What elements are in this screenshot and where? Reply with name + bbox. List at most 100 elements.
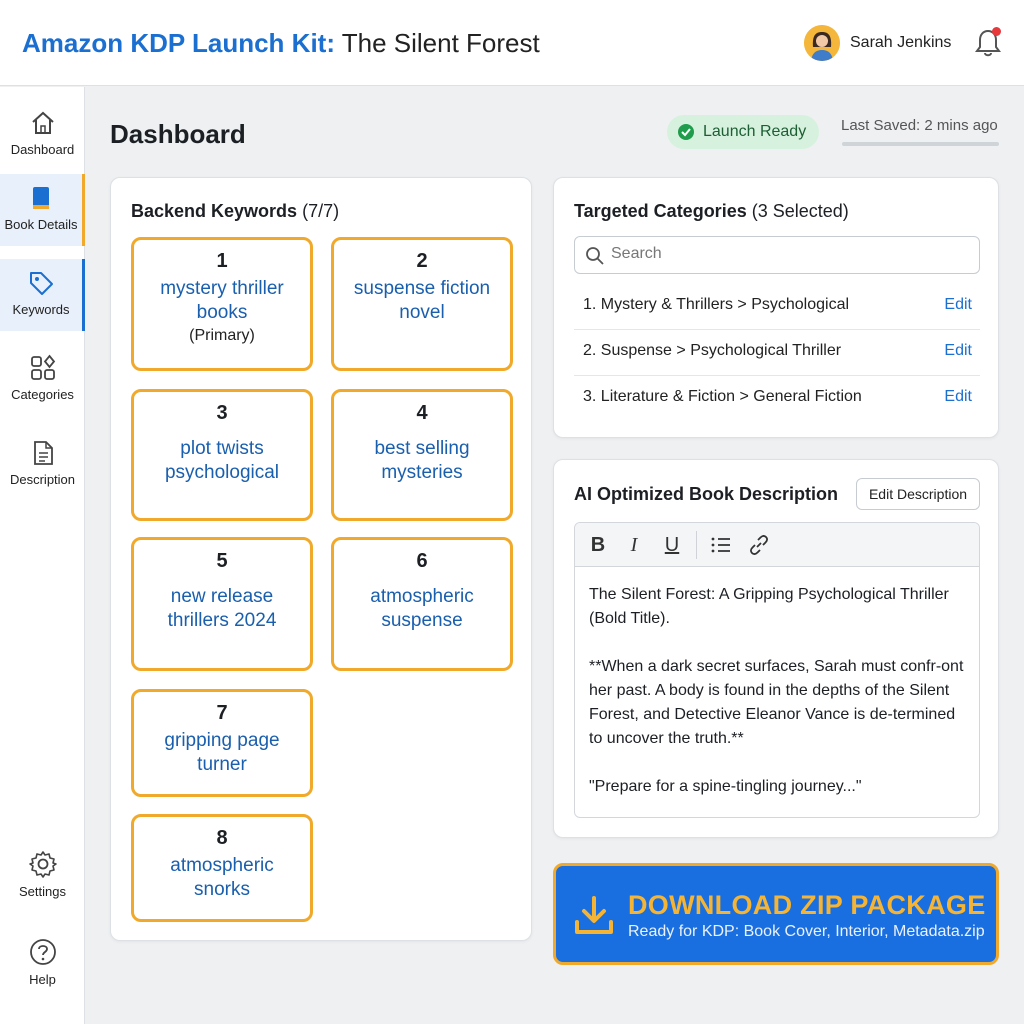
sidebar-item-label: Description: [9, 472, 76, 487]
keyword-box-5[interactable]: 5 new release thrillers 2024: [131, 537, 313, 671]
download-title: DOWNLOAD ZIP PACKAGE: [628, 890, 986, 920]
underline-icon[interactable]: U: [660, 533, 684, 557]
keyword-text: plot twists psychological: [164, 438, 280, 483]
sidebar-item-settings[interactable]: Settings: [0, 839, 85, 911]
tag-icon: [30, 272, 53, 295]
category-search-box: [574, 236, 980, 274]
categories-card-title: Targeted Categories (3 Selected): [574, 201, 849, 222]
keyword-text: new release thrillers 2024: [167, 586, 277, 631]
description-title: AI Optimized Book Description: [574, 484, 839, 504]
keyword-number: 2: [416, 250, 428, 272]
edit-category-link[interactable]: Edit: [944, 342, 972, 360]
category-name: 1. Mystery & Thrillers > Psychological: [583, 296, 850, 313]
category-name: 3. Literature & Fiction > General Fictio…: [583, 388, 862, 405]
brand-title: Amazon KDP Launch Kit:: [22, 28, 335, 58]
keyword-number: 4: [416, 402, 428, 424]
description-card-title: AI Optimized Book Description: [574, 484, 838, 505]
description-text[interactable]: The Silent Forest: A Gripping Psychologi…: [589, 583, 965, 817]
link-icon[interactable]: [747, 533, 771, 557]
category-row-3: 3. Literature & Fiction > General Fictio…: [574, 376, 980, 422]
status-badge: Launch Ready: [667, 115, 819, 149]
keyword-number: 7: [216, 702, 228, 724]
list-icon[interactable]: [709, 533, 733, 557]
last-saved-text: Last Saved: 2 mins ago: [841, 117, 998, 134]
sidebar-item-label: Settings: [19, 884, 66, 899]
keyword-text: best selling mysteries: [374, 438, 470, 483]
sidebar-item-label: Help: [29, 972, 56, 987]
keyword-text: suspense fiction novel: [353, 278, 491, 323]
download-icon: [575, 896, 613, 934]
keyword-box-2[interactable]: 2 suspense fiction novel: [331, 237, 513, 371]
keyword-text: gripping page turner: [164, 730, 280, 775]
edit-category-link[interactable]: Edit: [944, 296, 972, 314]
help-icon: [29, 939, 56, 965]
edit-category-link[interactable]: Edit: [944, 388, 972, 406]
description-editor[interactable]: B I U The Silent Forest: A Gripping Psyc…: [574, 522, 980, 818]
keyword-box-3[interactable]: 3 plot twists psychological: [131, 389, 313, 521]
download-zip-button[interactable]: DOWNLOAD ZIP PACKAGE Ready for KDP: Book…: [553, 863, 999, 965]
sidebar-item-book-details[interactable]: Book Details: [0, 174, 85, 246]
search-icon: [586, 247, 604, 265]
categories-card: Targeted Categories (3 Selected) 1. Myst…: [553, 177, 999, 438]
description-paragraph: "Prepare for a spine-tingling journey...…: [589, 778, 862, 795]
keyword-text: atmospheric snorks: [170, 855, 274, 900]
keyword-box-8[interactable]: 8 atmospheric snorks: [131, 814, 313, 922]
book-title: The Silent Forest: [341, 28, 540, 58]
editor-toolbar: B I U: [575, 523, 979, 567]
avatar-person-icon: [804, 25, 840, 61]
sidebar-item-description[interactable]: Description: [0, 429, 85, 501]
category-row-1: 1. Mystery & Thrillers > Psychological E…: [574, 284, 980, 330]
sidebar: Dashboard Book Details Keywords Categori…: [0, 87, 85, 1024]
app-header: Amazon KDP Launch Kit: The Silent Forest…: [0, 0, 1024, 86]
app-title: Amazon KDP Launch Kit: The Silent Forest: [22, 28, 540, 59]
sidebar-item-dashboard[interactable]: Dashboard: [0, 99, 85, 171]
sidebar-item-label: Dashboard: [10, 142, 75, 157]
sidebar-item-label: Book Details: [4, 217, 78, 232]
keywords-title: Backend Keywords: [131, 201, 298, 221]
keyword-box-1[interactable]: 1 mystery thriller books (Primary): [131, 237, 313, 371]
home-icon: [31, 111, 54, 134]
keyword-box-4[interactable]: 4 best selling mysteries: [331, 389, 513, 521]
page-title: Dashboard: [110, 119, 246, 149]
keyword-number: 5: [216, 550, 228, 572]
search-input[interactable]: [611, 245, 961, 263]
categories-title: Targeted Categories: [574, 201, 747, 221]
description-paragraph: The Silent Forest: A Gripping Psychologi…: [589, 586, 949, 627]
keywords-card-title: Backend Keywords (7/7): [131, 201, 339, 222]
toolbar-divider: [696, 531, 697, 559]
download-subtitle: Ready for KDP: Book Cover, Interior, Met…: [628, 923, 985, 940]
avatar[interactable]: [804, 25, 840, 61]
keyword-text: atmospheric suspense: [370, 586, 474, 631]
bold-icon[interactable]: B: [586, 533, 610, 557]
save-progress-bar: [842, 142, 999, 146]
keyword-box-6[interactable]: 6 atmospheric suspense: [331, 537, 513, 671]
sidebar-item-help[interactable]: Help: [0, 927, 85, 999]
keywords-card: Backend Keywords (7/7) 1 mystery thrille…: [110, 177, 532, 941]
description-card: AI Optimized Book Description Edit Descr…: [553, 459, 999, 838]
grid-icon: [30, 354, 55, 380]
category-name: 2. Suspense > Psychological Thriller: [583, 342, 842, 359]
keyword-box-7[interactable]: 7 gripping page turner: [131, 689, 313, 797]
keyword-number: 3: [216, 402, 228, 424]
gear-icon: [28, 851, 57, 878]
edit-description-button[interactable]: Edit Description: [856, 478, 980, 510]
keyword-primary-label: (Primary): [189, 327, 255, 344]
keyword-number: 6: [416, 550, 428, 572]
sidebar-item-label: Keywords: [12, 302, 70, 317]
book-icon: [33, 187, 49, 209]
keyword-number: 8: [216, 827, 228, 849]
keywords-count: (7/7): [302, 201, 340, 221]
keyword-number: 1: [216, 250, 228, 272]
check-circle-icon: [678, 124, 694, 140]
sidebar-item-categories[interactable]: Categories: [0, 344, 85, 416]
categories-count: (3 Selected): [751, 201, 849, 221]
description-paragraph: **When a dark secret surfaces, Sarah mus…: [589, 658, 964, 747]
category-row-2: 2. Suspense > Psychological Thriller Edi…: [574, 330, 980, 376]
notification-dot: [992, 27, 1001, 36]
italic-icon[interactable]: I: [622, 533, 646, 557]
sidebar-item-keywords[interactable]: Keywords: [0, 259, 85, 331]
keyword-text: mystery thriller books: [160, 278, 284, 323]
status-text: Launch Ready: [703, 123, 807, 140]
document-icon: [33, 441, 53, 465]
user-name[interactable]: Sarah Jenkins: [850, 34, 951, 52]
